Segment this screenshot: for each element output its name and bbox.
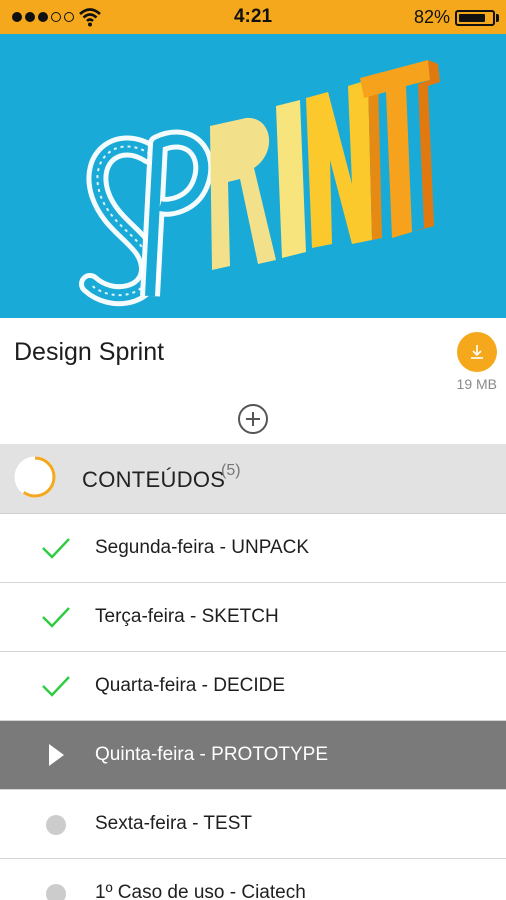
play-icon <box>49 744 64 766</box>
check-icon <box>42 538 70 559</box>
battery-tip <box>496 14 499 22</box>
download-icon <box>471 345 483 359</box>
item-label: Segunda-feira - UNPACK <box>95 537 310 558</box>
check-icon <box>42 676 70 697</box>
item-label: Terça-feira - SKETCH <box>95 606 279 627</box>
check-icon <box>42 607 70 628</box>
download-button[interactable] <box>457 332 497 372</box>
list-item[interactable]: Quarta-feira - DECIDE <box>0 652 506 721</box>
file-size: 19 MB <box>456 376 497 392</box>
list-item[interactable]: Sexta-feira - TEST <box>0 790 506 859</box>
add-icon[interactable] <box>238 404 268 434</box>
item-label: 1º Caso de uso - Ciatech <box>95 882 306 900</box>
list-item[interactable]: Segunda-feira - UNPACK <box>0 514 506 583</box>
contents-section-header[interactable]: CONTEÚDOS (5) <box>0 444 506 514</box>
list-item[interactable]: 1º Caso de uso - Ciatech <box>0 859 506 900</box>
item-label: Sexta-feira - TEST <box>95 813 252 834</box>
battery-level-fill <box>459 14 486 22</box>
course-header: Design Sprint 19 MB <box>0 318 506 400</box>
dot-icon <box>46 815 66 835</box>
list-item[interactable]: Terça-feira - SKETCH <box>0 583 506 652</box>
item-label: Quinta-feira - PROTOTYPE <box>95 744 328 765</box>
section-count: (5) <box>221 462 241 479</box>
section-title: CONTEÚDOS <box>82 467 226 492</box>
course-title: Design Sprint <box>14 338 165 366</box>
battery-percent: 82% <box>413 7 450 27</box>
item-label: Quarta-feira - DECIDE <box>95 675 286 696</box>
sprint-lettering-artwork <box>79 60 440 307</box>
dot-icon <box>46 884 66 900</box>
course-cover-image <box>0 34 506 318</box>
list-item-active[interactable]: Quinta-feira - PROTOTYPE <box>0 721 506 790</box>
progress-ring-icon <box>14 456 56 498</box>
battery-icon <box>455 10 495 26</box>
status-bar: 4:21 82% <box>0 0 506 34</box>
contents-list: Segunda-feira - UNPACK Terça-feira - SKE… <box>0 514 506 900</box>
